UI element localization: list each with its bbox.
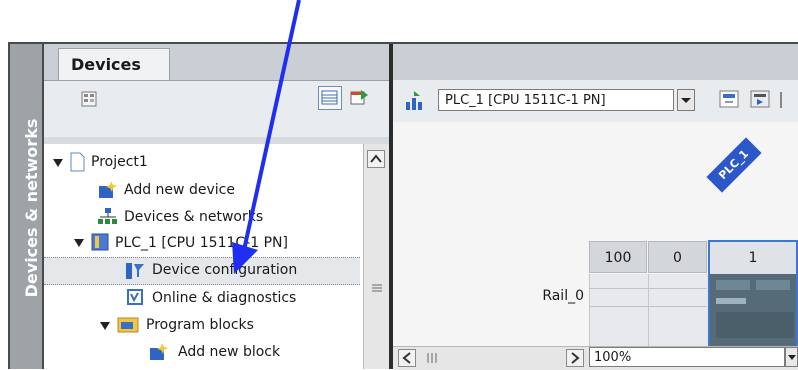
annotation-arrow (232, 0, 301, 274)
